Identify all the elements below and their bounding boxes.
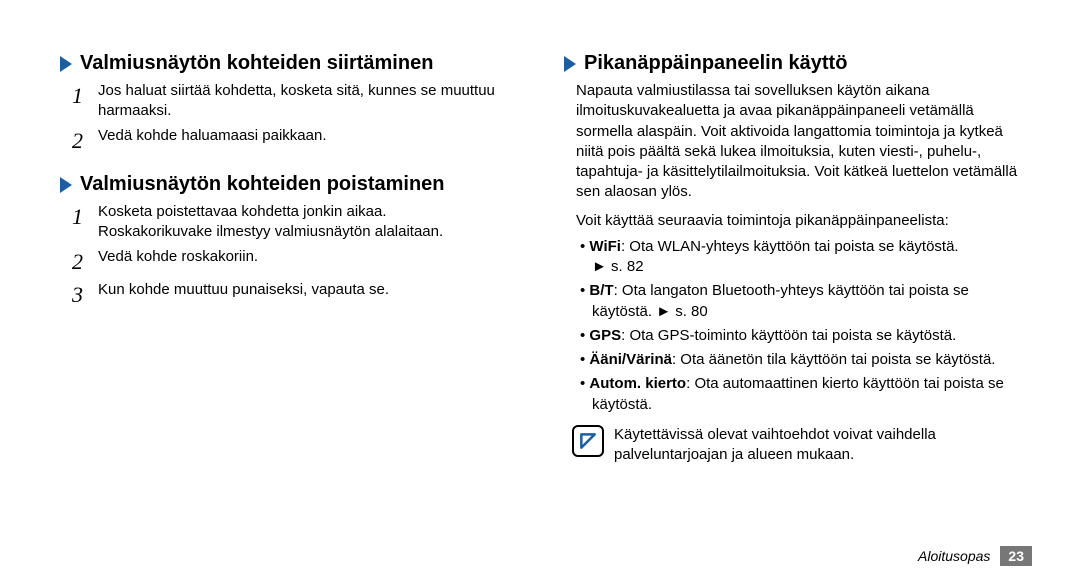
- item-label: Ääni/Värinä: [589, 351, 672, 368]
- heading-move-items-text: Valmiusnäytön kohteiden siirtäminen: [80, 52, 433, 75]
- heading-quick-panel-text: Pikanäppäinpaneelin käyttö: [584, 52, 847, 75]
- intro-paragraph: Napauta valmiustilassa tai sovelluksen k…: [576, 81, 1020, 203]
- item-label: WiFi: [589, 238, 621, 255]
- footer-page-number: 23: [1000, 546, 1032, 566]
- page: Valmiusnäytön kohteiden siirtäminen 1 Jo…: [0, 0, 1080, 586]
- chevron-icon: [60, 177, 72, 193]
- note-text: Käytettävissä olevat vaihtoehdot voivat …: [614, 425, 1020, 466]
- heading-delete-items: Valmiusnäytön kohteiden poistaminen: [60, 173, 516, 196]
- chevron-icon: [60, 56, 72, 72]
- page-footer: Aloitusopas 23: [918, 546, 1032, 566]
- step-number: 1: [72, 81, 98, 122]
- right-column: Pikanäppäinpaneelin käyttö Napauta valmi…: [540, 48, 1032, 566]
- step-number: 2: [72, 126, 98, 156]
- step: 1 Jos haluat siirtää kohdetta, kosketa s…: [72, 81, 516, 122]
- list-item: WiFi: Ota WLAN-yhteys käyttöön tai poist…: [580, 237, 1020, 278]
- item-desc: : Ota äänetön tila käyttöön tai poista s…: [672, 351, 996, 368]
- step-text: Jos haluat siirtää kohdetta, kosketa sit…: [98, 81, 516, 122]
- step-sub: Roskakorikuvake ilmestyy valmiusnäytön a…: [98, 222, 516, 242]
- step-number: 2: [72, 247, 98, 277]
- heading-delete-items-text: Valmiusnäytön kohteiden poistaminen: [80, 173, 445, 196]
- heading-quick-panel: Pikanäppäinpaneelin käyttö: [564, 52, 1020, 75]
- heading-move-items: Valmiusnäytön kohteiden siirtäminen: [60, 52, 516, 75]
- item-label: B/T: [589, 282, 613, 299]
- footer-section: Aloitusopas: [918, 548, 990, 564]
- step-number: 3: [72, 280, 98, 310]
- step-text: Vedä kohde roskakoriin.: [98, 247, 516, 277]
- step-text: Kosketa poistettavaa kohdetta jonkin aik…: [98, 202, 516, 243]
- item-desc: : Ota GPS-toiminto käyttöön tai poista s…: [621, 327, 956, 344]
- list-item: B/T: Ota langaton Bluetooth-yhteys käytt…: [580, 281, 1020, 322]
- note-box: Käytettävissä olevat vaihtoehdot voivat …: [572, 425, 1020, 466]
- item-label: GPS: [589, 327, 621, 344]
- page-ref: s. 80: [656, 303, 708, 320]
- step: 3 Kun kohde muuttuu punaiseksi, vapauta …: [72, 280, 516, 310]
- note-icon: [572, 425, 604, 457]
- item-desc: : Ota WLAN-yhteys käyttöön tai poista se…: [621, 238, 959, 255]
- item-desc: : Ota langaton Bluetooth-yhteys käyttöön…: [592, 282, 969, 319]
- step: 2 Vedä kohde roskakoriin.: [72, 247, 516, 277]
- step: 1 Kosketa poistettavaa kohdetta jonkin a…: [72, 202, 516, 243]
- list-item: GPS: Ota GPS-toiminto käyttöön tai poist…: [580, 326, 1020, 346]
- step-number: 1: [72, 202, 98, 243]
- lead-paragraph: Voit käyttää seuraavia toimintoja pikanä…: [576, 211, 1020, 231]
- left-column: Valmiusnäytön kohteiden siirtäminen 1 Jo…: [48, 48, 540, 566]
- step-main: Kosketa poistettavaa kohdetta jonkin aik…: [98, 203, 387, 220]
- step: 2 Vedä kohde haluamaasi paikkaan.: [72, 126, 516, 156]
- list-item: Ääni/Värinä: Ota äänetön tila käyttöön t…: [580, 350, 1020, 370]
- item-label: Autom. kierto: [589, 375, 686, 392]
- step-text: Kun kohde muuttuu punaiseksi, vapauta se…: [98, 280, 516, 310]
- step-text: Vedä kohde haluamaasi paikkaan.: [98, 126, 516, 156]
- list-item: Autom. kierto: Ota automaattinen kierto …: [580, 374, 1020, 415]
- chevron-icon: [564, 56, 576, 72]
- bullet-list: WiFi: Ota WLAN-yhteys käyttöön tai poist…: [580, 237, 1020, 415]
- page-ref: s. 82: [592, 258, 644, 275]
